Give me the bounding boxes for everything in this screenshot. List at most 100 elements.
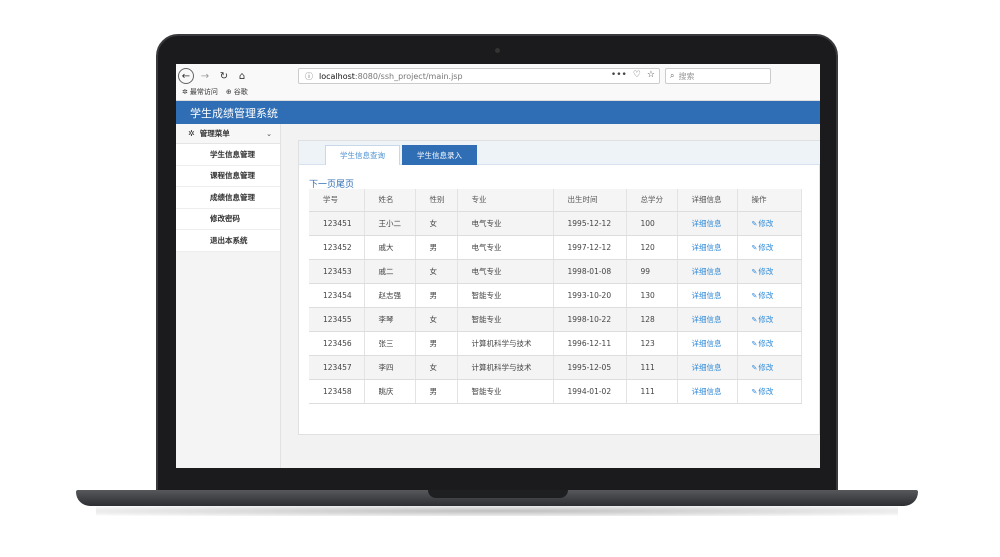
table-row: 123458 眺庆男智能专业 1994-01-02 111 详细信息 ✎修改 bbox=[309, 379, 802, 404]
cell-credits: 111 bbox=[626, 379, 678, 404]
cell-id: 123453 bbox=[309, 259, 365, 284]
tab-label: 学生信息录入 bbox=[417, 150, 462, 160]
cell-name: 戚二 bbox=[364, 259, 416, 284]
detail-link[interactable]: 详细信息 bbox=[677, 331, 738, 356]
cell-major: 电气专业 bbox=[457, 259, 554, 284]
bookmarks-bar: ✲ 最常访问 ⊕ 谷歌 bbox=[182, 87, 248, 97]
edit-link[interactable]: ✎修改 bbox=[737, 259, 802, 284]
detail-link[interactable]: 详细信息 bbox=[677, 283, 738, 308]
edit-link[interactable]: ✎修改 bbox=[737, 235, 802, 260]
home-icon[interactable]: ⌂ bbox=[234, 68, 250, 84]
cell-credits: 111 bbox=[626, 355, 678, 380]
detail-link[interactable]: 详细信息 bbox=[677, 235, 738, 260]
cell-major: 智能专业 bbox=[457, 307, 554, 332]
chevron-down-icon: ⌄ bbox=[266, 129, 272, 138]
gear-icon: ✲ bbox=[188, 129, 195, 138]
edit-label: 修改 bbox=[758, 362, 774, 372]
column-header: 性别 bbox=[415, 189, 458, 212]
bookmark-label: 最常访问 bbox=[189, 88, 218, 96]
cell-id: 123452 bbox=[309, 235, 365, 260]
edit-label: 修改 bbox=[758, 290, 774, 300]
cell-id: 123454 bbox=[309, 283, 365, 308]
cell-gender: 男 bbox=[415, 379, 458, 404]
cell-birth: 1996-12-11 bbox=[553, 331, 627, 356]
edit-link[interactable]: ✎修改 bbox=[737, 355, 802, 380]
bookmark-google[interactable]: ⊕ 谷歌 bbox=[226, 87, 248, 97]
cell-name: 李琴 bbox=[364, 307, 416, 332]
sidebar-item-student-info[interactable]: 学生信息管理 bbox=[176, 144, 280, 166]
detail-link[interactable]: 详细信息 bbox=[677, 379, 738, 404]
edit-label: 修改 bbox=[758, 386, 774, 396]
search-input[interactable]: ⌕ 搜索 bbox=[665, 68, 771, 84]
sidebar-item-grade-info[interactable]: 成绩信息管理 bbox=[176, 187, 280, 209]
more-icon[interactable]: ••• bbox=[611, 70, 627, 80]
edit-label: 修改 bbox=[758, 242, 774, 252]
detail-link[interactable]: 详细信息 bbox=[677, 259, 738, 284]
edit-icon: ✎ bbox=[751, 339, 758, 348]
column-header: 学号 bbox=[309, 189, 365, 212]
column-header: 详细信息 bbox=[677, 189, 738, 212]
search-icon: ⌕ bbox=[670, 71, 675, 80]
sidebar-item-label: 成绩信息管理 bbox=[210, 192, 255, 202]
edit-link[interactable]: ✎修改 bbox=[737, 283, 802, 308]
edit-icon: ✎ bbox=[751, 243, 758, 252]
cell-id: 123451 bbox=[309, 211, 365, 236]
tab-student-entry[interactable]: 学生信息录入 bbox=[402, 145, 477, 165]
bookmark-most-visited[interactable]: ✲ 最常访问 bbox=[182, 87, 218, 97]
cell-id: 123456 bbox=[309, 331, 365, 356]
cell-id: 123455 bbox=[309, 307, 365, 332]
cell-credits: 128 bbox=[626, 307, 678, 332]
tab-student-query[interactable]: 学生信息查询 bbox=[325, 145, 400, 165]
edit-label: 修改 bbox=[758, 338, 774, 348]
sidebar-item-label: 学生信息管理 bbox=[210, 149, 255, 159]
edit-label: 修改 bbox=[758, 266, 774, 276]
table-row: 123455 李琴女智能专业 1998-10-22 128 详细信息 ✎修改 bbox=[309, 307, 802, 332]
pocket-icon[interactable]: ♡ bbox=[633, 70, 641, 80]
cell-birth: 1995-12-12 bbox=[553, 211, 627, 236]
cell-name: 张三 bbox=[364, 331, 416, 356]
table-row: 123457 李四女计算机科学与技术 1995-12-05 111 详细信息 ✎修改 bbox=[309, 355, 802, 380]
column-header: 操作 bbox=[737, 189, 802, 212]
url-bar[interactable]: ⓘ localhost:8080/ssh_project/main.jsp ••… bbox=[298, 68, 660, 84]
cell-name: 王小二 bbox=[364, 211, 416, 236]
cell-major: 计算机科学与技术 bbox=[457, 355, 554, 380]
sidebar-header-label: 管理菜单 bbox=[199, 129, 230, 138]
student-table: 学号 姓名 性别 专业 出生时间 总学分 详细信息 操作 123451 王小二女电… bbox=[309, 189, 802, 404]
edit-icon: ✎ bbox=[751, 267, 758, 276]
edit-link[interactable]: ✎修改 bbox=[737, 331, 802, 356]
cell-credits: 120 bbox=[626, 235, 678, 260]
camera-dot bbox=[495, 48, 500, 53]
edit-icon: ✎ bbox=[751, 315, 758, 324]
edit-link[interactable]: ✎修改 bbox=[737, 211, 802, 236]
laptop-shadow bbox=[96, 506, 898, 516]
content-panel: 学生信息查询 学生信息录入 下一页尾页 学号 姓名 性别 专业 出生时间 总学分… bbox=[298, 140, 820, 435]
browser-toolbar: ← → ↻ ⌂ ⓘ localhost:8080/ssh_project/mai… bbox=[176, 64, 820, 101]
reload-icon[interactable]: ↻ bbox=[216, 68, 232, 84]
back-arrow-icon[interactable]: ← bbox=[178, 68, 194, 84]
bookmark-label: 谷歌 bbox=[233, 88, 248, 96]
table-row: 123452 戚大男电气专业 1997-12-12 120 详细信息 ✎修改 bbox=[309, 235, 802, 260]
cell-gender: 女 bbox=[415, 211, 458, 236]
column-header: 总学分 bbox=[626, 189, 678, 212]
sidebar-item-change-password[interactable]: 修改密码 bbox=[176, 208, 280, 230]
sidebar-item-logout[interactable]: 退出本系统 bbox=[176, 230, 280, 252]
detail-link[interactable]: 详细信息 bbox=[677, 355, 738, 380]
cell-birth: 1998-01-08 bbox=[553, 259, 627, 284]
edit-icon: ✎ bbox=[751, 363, 758, 372]
detail-link[interactable]: 详细信息 bbox=[677, 211, 738, 236]
cell-name: 赵志强 bbox=[364, 283, 416, 308]
detail-link[interactable]: 详细信息 bbox=[677, 307, 738, 332]
cell-gender: 女 bbox=[415, 355, 458, 380]
sidebar-menu-header[interactable]: ✲ 管理菜单 ⌄ bbox=[176, 124, 280, 144]
edit-link[interactable]: ✎修改 bbox=[737, 379, 802, 404]
sidebar-item-course-info[interactable]: 课程信息管理 bbox=[176, 165, 280, 187]
forward-arrow-icon[interactable]: → bbox=[197, 68, 213, 84]
table-row: 123451 王小二女电气专业 1995-12-12 100 详细信息 ✎修改 bbox=[309, 211, 802, 236]
star-icon[interactable]: ☆ bbox=[647, 70, 655, 80]
tab-label: 学生信息查询 bbox=[340, 151, 385, 160]
edit-link[interactable]: ✎修改 bbox=[737, 307, 802, 332]
screen: ← → ↻ ⌂ ⓘ localhost:8080/ssh_project/mai… bbox=[176, 64, 820, 468]
edit-icon: ✎ bbox=[751, 219, 758, 228]
main-content: 学生信息查询 学生信息录入 下一页尾页 学号 姓名 性别 专业 出生时间 总学分… bbox=[283, 124, 820, 468]
column-header: 出生时间 bbox=[553, 189, 627, 212]
